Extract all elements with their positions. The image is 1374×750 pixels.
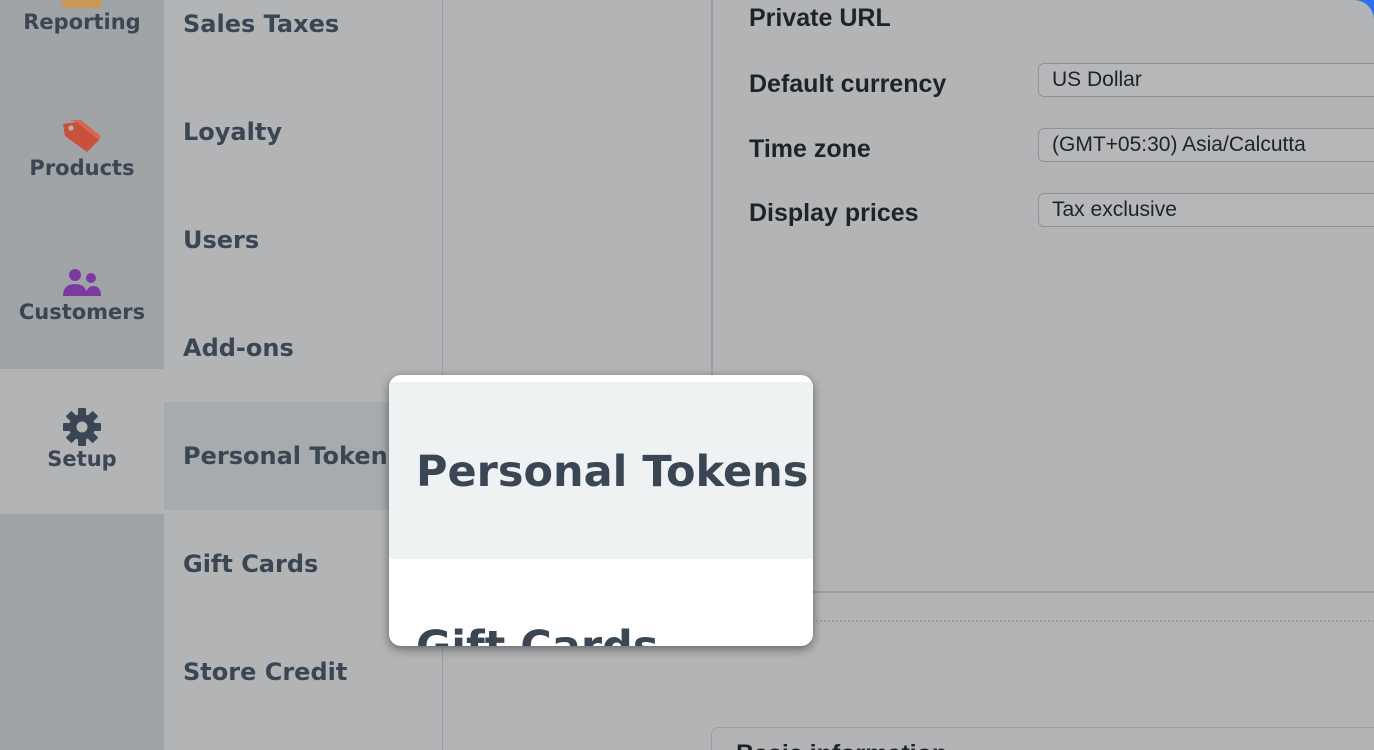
zoom-magnifier-popup: Personal Tokens Gift Cards [389, 375, 813, 646]
main-nav-rail: Reporting Products Customers Setup [0, 0, 164, 750]
section-divider [812, 620, 1374, 622]
nav-customers[interactable]: Customers [0, 266, 164, 346]
display-prices-select[interactable]: Tax exclusive [1038, 193, 1374, 227]
nav-customers-label: Customers [18, 300, 146, 324]
time-zone-select[interactable]: (GMT+05:30) Asia/Calcutta [1038, 128, 1374, 162]
reporting-icon [62, 0, 102, 8]
nav-setup-label: Setup [47, 447, 117, 471]
users-icon [63, 269, 101, 296]
nav-reporting[interactable]: Reporting [0, 0, 164, 60]
nav-reporting-label: Reporting [23, 10, 141, 34]
display-prices-label: Display prices [749, 199, 919, 227]
default-currency-select[interactable]: US Dollar [1038, 63, 1374, 97]
nav-products[interactable]: Products [0, 118, 164, 198]
private-url-label: Private URL [749, 4, 891, 32]
submenu-item-sales-taxes[interactable]: Sales Taxes [164, 0, 442, 78]
submenu-item-users[interactable]: Users [164, 186, 442, 294]
nav-products-label: Products [29, 156, 135, 180]
basic-information-heading: Basic information [736, 740, 947, 750]
time-zone-label: Time zone [749, 135, 871, 163]
submenu-item-loyalty[interactable]: Loyalty [164, 78, 442, 186]
gear-icon [63, 408, 101, 446]
nav-setup[interactable]: Setup [0, 369, 164, 514]
popup-gift-cards-label[interactable]: Gift Cards [416, 622, 658, 646]
default-currency-label: Default currency [749, 70, 947, 98]
tag-icon [63, 120, 101, 152]
app-window: Reporting Products Customers Setup Sales… [0, 0, 1374, 750]
popup-personal-tokens-label[interactable]: Personal Tokens [416, 447, 808, 497]
basic-information-card: Basic information [711, 727, 1374, 750]
